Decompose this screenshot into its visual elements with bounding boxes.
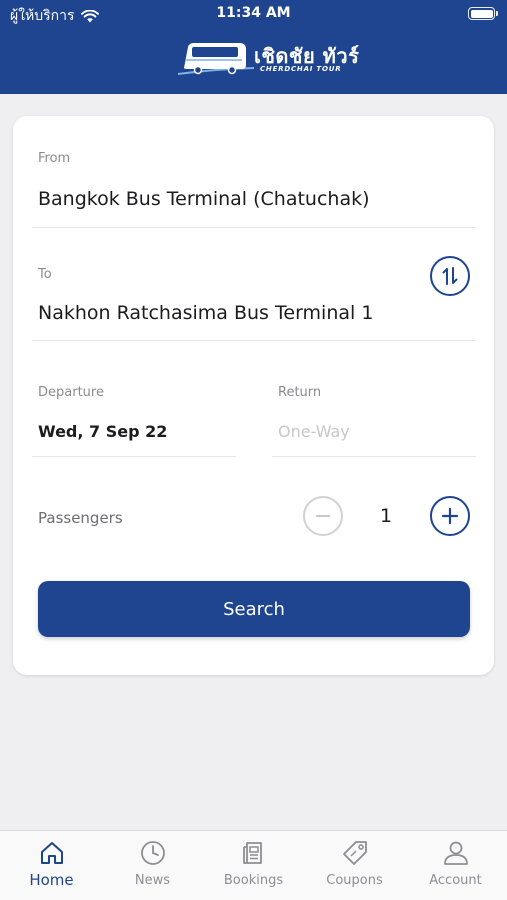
tab-account-label: Account — [429, 873, 482, 888]
tab-coupons[interactable]: Coupons — [304, 831, 405, 900]
departure-date-field[interactable]: Wed, 7 Sep 22 — [38, 422, 167, 441]
to-field[interactable]: Nakhon Ratchasima Bus Terminal 1 — [38, 302, 373, 324]
from-divider — [32, 227, 476, 228]
swap-stations-button[interactable] — [430, 256, 470, 296]
to-label: To — [38, 267, 52, 282]
user-icon — [444, 841, 468, 865]
swap-vertical-icon — [442, 267, 458, 285]
tab-home-label: Home — [29, 871, 74, 889]
clock-icon — [141, 841, 165, 865]
bus-logo-icon — [177, 43, 255, 75]
brand-logo: เชิดชัย ทัวร์ CHERDCHAI TOUR — [176, 38, 359, 80]
home-icon — [41, 842, 63, 864]
minus-icon — [316, 515, 330, 517]
passengers-label: Passengers — [38, 509, 123, 527]
tab-news[interactable]: News — [102, 831, 203, 900]
search-button[interactable]: Search — [38, 581, 470, 637]
tab-bookings[interactable]: Bookings — [203, 831, 304, 900]
battery-icon — [468, 7, 498, 20]
status-time: 11:34 AM — [216, 5, 291, 21]
increase-passengers-button[interactable] — [430, 496, 470, 536]
app-header: ผู้ให้บริการ 11:34 AM เชิดชัย ทัวร์ CHER… — [0, 0, 507, 94]
bottom-tab-bar: Home News Bookings Coupons Account — [0, 830, 507, 900]
return-date-field[interactable]: One-Way — [278, 422, 350, 441]
bookings-icon — [243, 842, 262, 864]
tab-coupons-label: Coupons — [326, 873, 383, 888]
tab-bookings-label: Bookings — [223, 873, 284, 888]
brand-name-en: CHERDCHAI TOUR — [260, 65, 342, 73]
passenger-count: 1 — [379, 505, 393, 527]
return-divider — [272, 456, 476, 457]
plus-icon — [441, 507, 459, 525]
search-form-card: From Bangkok Bus Terminal (Chatuchak) To… — [13, 116, 494, 675]
decrease-passengers-button[interactable] — [303, 496, 343, 536]
departure-divider — [32, 456, 236, 457]
departure-label: Departure — [38, 385, 104, 400]
tab-home[interactable]: Home — [1, 831, 102, 900]
coupon-tag-icon — [343, 841, 367, 865]
status-bar: ผู้ให้บริการ 11:34 AM — [0, 0, 507, 30]
return-label: Return — [278, 385, 322, 400]
to-divider — [32, 340, 476, 341]
tab-account[interactable]: Account — [405, 831, 506, 900]
from-field[interactable]: Bangkok Bus Terminal (Chatuchak) — [38, 188, 370, 210]
tab-news-label: News — [134, 873, 171, 888]
from-label: From — [38, 151, 71, 166]
